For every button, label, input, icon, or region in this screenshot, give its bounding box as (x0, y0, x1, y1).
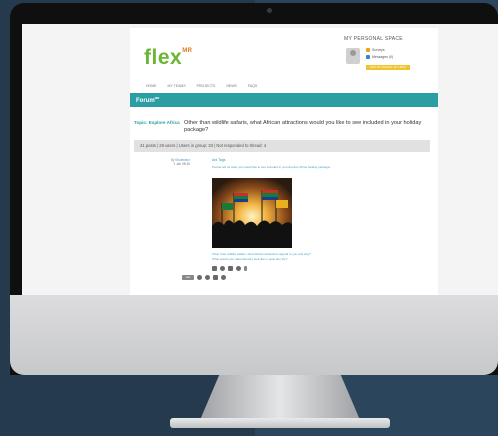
email-icon[interactable] (228, 266, 233, 271)
flex-logo[interactable]: flexMR (144, 46, 193, 70)
survey-icon (366, 48, 370, 52)
reply-actions: Like (182, 275, 226, 280)
nav-faqs[interactable]: FAQS (248, 84, 257, 88)
post-meta: By Moderator 1 Jan 08:30 (150, 158, 190, 166)
share-icon[interactable] (236, 266, 241, 271)
post-body-itinerary: What would your ideal itinerary look lik… (212, 257, 288, 261)
logo-sup: MR (182, 48, 193, 54)
share-icon[interactable] (221, 275, 226, 280)
comment-icon[interactable] (220, 266, 225, 271)
screen-glare (408, 24, 498, 114)
email-icon[interactable] (213, 275, 218, 280)
nav-projects[interactable]: PROJECTS (197, 84, 216, 88)
surveys-link[interactable]: Surveys (366, 48, 393, 52)
monitor-stand-base (170, 418, 390, 428)
camera-icon (267, 8, 272, 13)
forum-title: Forum (136, 98, 155, 104)
surveys-label: Surveys (372, 48, 385, 52)
edit-profile-button[interactable]: EDIT MY PROFILE / MY LINKS (366, 65, 410, 70)
topic-label[interactable]: Topic: Explore Africa (134, 120, 180, 125)
forum-title-sup: MR (154, 96, 160, 100)
messages-label: Messages (0) (372, 55, 394, 59)
post-subject: Ant Tags (212, 158, 226, 162)
flag-icon[interactable] (244, 266, 247, 271)
envelope-icon (366, 55, 370, 59)
chat-icon[interactable] (205, 275, 210, 280)
forum-header: ForumMR (130, 93, 438, 107)
web-page: flexMR HOME MY TEAMS PROJECTS NEWS FAQS … (130, 28, 438, 295)
main-nav: HOME MY TEAMS PROJECTS NEWS FAQS (146, 84, 257, 88)
topic-title: Other than wildlife safaris, what Africa… (184, 120, 422, 133)
post-body: People tell us what you would like to se… (212, 165, 331, 169)
like-icon[interactable] (212, 266, 217, 271)
post-date: 1 Jan 08:30 (173, 162, 190, 166)
nav-home[interactable]: HOME (146, 84, 157, 88)
comment-icon[interactable] (197, 275, 202, 280)
screen: flexMR HOME MY TEAMS PROJECTS NEWS FAQS … (22, 24, 498, 295)
nav-news[interactable]: NEWS (226, 84, 237, 88)
messages-link[interactable]: Messages (0) (366, 55, 393, 59)
like-button[interactable]: Like (182, 275, 194, 280)
screen-lower-rows: Like (130, 272, 438, 295)
safari-photo (212, 178, 292, 248)
nav-my-teams[interactable]: MY TEAMS (168, 84, 186, 88)
monitor-stand (200, 375, 360, 420)
post-actions (212, 266, 247, 271)
monitor-chin (10, 295, 498, 375)
logo-text: flex (144, 46, 183, 69)
crowd-flags-image (212, 178, 292, 248)
avatar[interactable] (346, 48, 360, 64)
thread-stats: 41 posts | 29 users | Users in group: 33… (134, 140, 430, 152)
